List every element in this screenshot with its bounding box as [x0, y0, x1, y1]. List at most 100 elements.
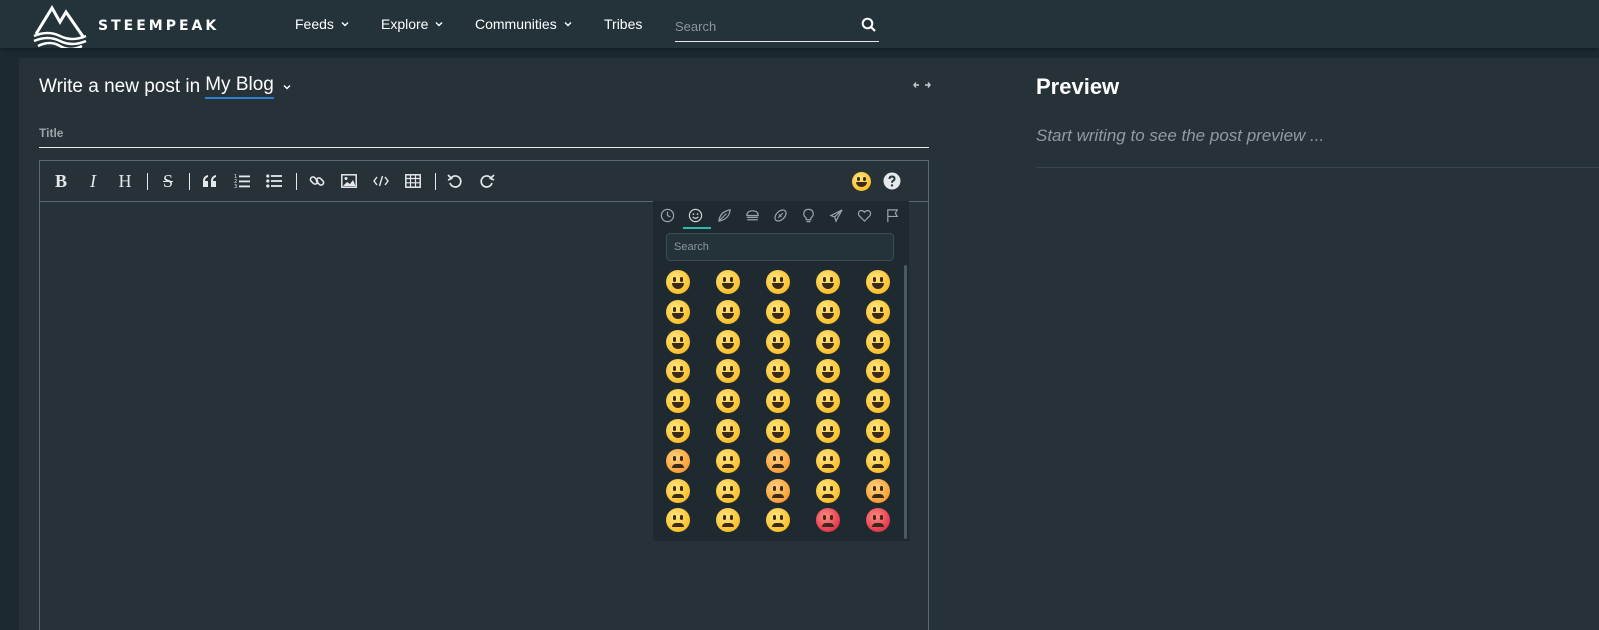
emoji-item[interactable] — [713, 446, 743, 476]
emoji-face-icon — [716, 270, 740, 294]
search-input[interactable] — [675, 12, 855, 40]
emoji-item[interactable] — [813, 476, 843, 506]
emoji-item[interactable] — [713, 386, 743, 416]
emoji-picker — [653, 201, 909, 541]
category-travel-icon[interactable] — [826, 205, 846, 225]
emoji-item[interactable] — [813, 297, 843, 327]
category-objects-icon[interactable] — [798, 205, 818, 225]
undo-button[interactable] — [444, 170, 466, 192]
emoji-face-icon — [816, 448, 840, 473]
nav-feeds[interactable]: Feeds — [295, 16, 350, 32]
emoji-item[interactable] — [863, 505, 893, 535]
emoji-item[interactable] — [663, 267, 693, 297]
nav-tribes-label: Tribes — [604, 16, 643, 32]
category-flags-icon[interactable] — [882, 205, 902, 225]
expand-width-icon[interactable] — [913, 80, 931, 90]
emoji-item[interactable] — [763, 476, 793, 506]
nav-search — [675, 12, 879, 42]
category-food-icon[interactable] — [742, 205, 762, 225]
emoji-item[interactable] — [713, 476, 743, 506]
emoji-item[interactable] — [663, 386, 693, 416]
emoji-item[interactable] — [713, 327, 743, 357]
ordered-list-button[interactable]: 123 — [231, 170, 253, 192]
nav-tribes[interactable]: Tribes — [604, 16, 642, 32]
title-input[interactable] — [39, 120, 929, 146]
emoji-face-icon — [816, 478, 840, 503]
link-button[interactable] — [306, 170, 328, 192]
emoji-face-icon — [816, 389, 840, 414]
emoji-item[interactable] — [863, 416, 893, 446]
heading-button[interactable]: H — [114, 170, 136, 192]
emoji-item[interactable] — [663, 476, 693, 506]
emoji-item[interactable] — [763, 356, 793, 386]
emoji-item[interactable] — [813, 386, 843, 416]
emoji-item[interactable] — [663, 327, 693, 357]
emoji-item[interactable] — [763, 297, 793, 327]
emoji-item[interactable] — [763, 386, 793, 416]
nav-communities[interactable]: Communities — [475, 16, 573, 32]
emoji-item[interactable] — [713, 356, 743, 386]
emoji-face-icon — [666, 508, 690, 533]
emoji-item[interactable] — [713, 297, 743, 327]
emoji-item[interactable] — [813, 416, 843, 446]
preview-panel: Preview Start writing to see the post pr… — [949, 58, 1599, 630]
image-button[interactable] — [338, 170, 360, 192]
emoji-face-icon — [666, 270, 690, 294]
emoji-face-icon — [866, 478, 890, 503]
emoji-item[interactable] — [813, 505, 843, 535]
redo-button[interactable] — [476, 170, 498, 192]
quote-button[interactable] — [199, 170, 221, 192]
category-nature-icon[interactable] — [714, 205, 734, 225]
emoji-item[interactable] — [863, 327, 893, 357]
unordered-list-icon — [266, 174, 282, 188]
emoji-face-icon — [766, 299, 790, 324]
emoji-item[interactable] — [763, 446, 793, 476]
category-smileys-icon[interactable] — [685, 205, 705, 225]
help-button[interactable] — [881, 170, 903, 192]
emoji-item[interactable] — [863, 386, 893, 416]
toolbar-divider — [435, 173, 436, 190]
emoji-item[interactable] — [713, 267, 743, 297]
code-button[interactable] — [370, 170, 392, 192]
emoji-item[interactable] — [763, 267, 793, 297]
unordered-list-button[interactable] — [263, 170, 285, 192]
emoji-item[interactable] — [763, 416, 793, 446]
emoji-item[interactable] — [663, 297, 693, 327]
emoji-item[interactable] — [663, 446, 693, 476]
emoji-face-icon — [766, 359, 790, 384]
table-button[interactable] — [402, 170, 424, 192]
search-icon[interactable] — [861, 17, 877, 33]
table-icon — [405, 174, 421, 188]
blog-selector[interactable]: My Blog — [205, 74, 274, 99]
emoji-item[interactable] — [813, 356, 843, 386]
emoji-item[interactable] — [663, 416, 693, 446]
category-activity-icon[interactable] — [770, 205, 790, 225]
emoji-search-input[interactable] — [667, 234, 893, 260]
brand-logo[interactable]: STEEMPEAK — [32, 4, 219, 48]
nav-explore[interactable]: Explore — [381, 16, 444, 32]
emoji-item[interactable] — [863, 476, 893, 506]
emoji-item[interactable] — [663, 356, 693, 386]
emoji-item[interactable] — [813, 267, 843, 297]
emoji-item[interactable] — [663, 505, 693, 535]
emoji-item[interactable] — [863, 356, 893, 386]
italic-button[interactable]: I — [82, 170, 104, 192]
emoji-item[interactable] — [863, 297, 893, 327]
emoji-item[interactable] — [813, 446, 843, 476]
chevron-down-icon[interactable] — [282, 82, 292, 92]
emoji-item[interactable] — [813, 327, 843, 357]
category-symbols-icon[interactable] — [854, 205, 874, 225]
emoji-item[interactable] — [763, 327, 793, 357]
emoji-face-icon — [816, 508, 840, 533]
emoji-item[interactable] — [713, 505, 743, 535]
emoji-scrollbar[interactable] — [904, 265, 907, 539]
emoji-item[interactable] — [863, 267, 893, 297]
strikethrough-button[interactable]: S — [157, 170, 179, 192]
emoji-item[interactable] — [763, 505, 793, 535]
emoji-item[interactable] — [863, 446, 893, 476]
category-recent-icon[interactable] — [657, 205, 677, 225]
preview-title: Preview — [1036, 74, 1120, 99]
bold-button[interactable]: B — [50, 170, 72, 192]
emoji-toggle-button[interactable] — [850, 170, 872, 192]
emoji-item[interactable] — [713, 416, 743, 446]
